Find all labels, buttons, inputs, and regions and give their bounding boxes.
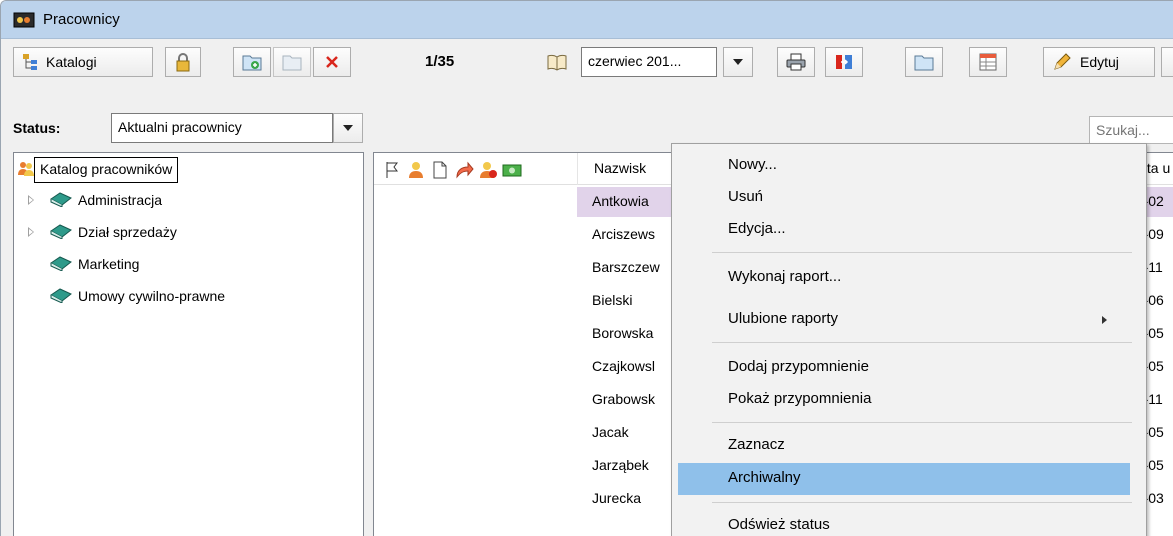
folder-disabled-icon bbox=[282, 53, 302, 71]
period-dropdown-toggle[interactable] bbox=[723, 47, 753, 77]
person-status-icon[interactable] bbox=[478, 160, 498, 180]
close-icon bbox=[326, 56, 338, 68]
more-toolbar-button[interactable] bbox=[1161, 47, 1173, 77]
book-icon bbox=[50, 255, 72, 274]
tree-item-label: Dział sprzedaży bbox=[78, 224, 177, 240]
toolbar: Katalogi 1/35 czerwiec 201... Edytuj bbox=[1, 39, 1173, 83]
menu-item-new[interactable]: Nowy... bbox=[674, 150, 1144, 182]
catalog-tree-icon bbox=[22, 53, 40, 71]
app-window: Pracownicy Katalogi 1/35 czerwiec 201... bbox=[0, 0, 1173, 536]
context-menu: Nowy... Usuń Edycja... Wykonaj raport...… bbox=[671, 143, 1147, 536]
flag-icon[interactable] bbox=[382, 160, 402, 180]
catalogs-label: Katalogi bbox=[46, 54, 97, 70]
menu-separator bbox=[712, 342, 1132, 343]
tree-item-label: Marketing bbox=[78, 256, 140, 272]
printer-icon bbox=[786, 53, 806, 71]
expand-arrow-icon[interactable] bbox=[28, 227, 34, 237]
book-icon bbox=[50, 287, 72, 306]
open-folder-button[interactable] bbox=[905, 47, 943, 77]
columns-button[interactable] bbox=[969, 47, 1007, 77]
lock-icon bbox=[175, 52, 191, 72]
print-button[interactable] bbox=[777, 47, 815, 77]
title-bar: Pracownicy bbox=[1, 1, 1173, 39]
employees-app-icon bbox=[13, 11, 35, 29]
menu-item-delete[interactable]: Usuń bbox=[674, 182, 1144, 214]
expand-arrow-icon[interactable] bbox=[28, 195, 34, 205]
tree-item-label: Umowy cywilno-prawne bbox=[78, 288, 226, 304]
pencil-icon bbox=[1052, 52, 1072, 72]
tree-item-administracja[interactable]: Administracja bbox=[14, 187, 354, 213]
window-title: Pracownicy bbox=[43, 11, 120, 28]
menu-item-run-report[interactable]: Wykonaj raport... bbox=[674, 262, 1144, 294]
submenu-arrow-icon bbox=[1102, 316, 1107, 324]
menu-item-show-reminders[interactable]: Pokaż przypomnienia bbox=[674, 384, 1144, 416]
status-dropdown[interactable]: Aktualni pracownicy bbox=[111, 113, 333, 143]
record-counter: 1/35 bbox=[425, 53, 455, 70]
menu-item-label: Ulubione raporty bbox=[728, 310, 839, 327]
open-book-icon bbox=[546, 53, 568, 74]
tree-item-label: Administracja bbox=[78, 192, 163, 208]
arrow-redo-icon[interactable] bbox=[454, 160, 474, 180]
folder-icon bbox=[914, 53, 934, 71]
tree-item-umowy-cywilno-prawne[interactable]: Umowy cywilno-prawne bbox=[14, 283, 354, 309]
catalog-tree: Katalog pracowników Administracja Dział … bbox=[13, 152, 364, 536]
export-button[interactable] bbox=[825, 47, 863, 77]
book-icon bbox=[50, 191, 72, 210]
chevron-down-icon bbox=[733, 59, 743, 65]
employees-group-icon bbox=[18, 160, 34, 179]
period-dropdown[interactable]: czerwiec 201... bbox=[581, 47, 717, 77]
filter-bar: Status: Aktualni pracownicy bbox=[1, 83, 1173, 144]
table-columns-icon bbox=[979, 53, 997, 71]
menu-item-refresh-status[interactable]: Odśwież status bbox=[674, 510, 1144, 536]
menu-item-mark[interactable]: Zaznacz bbox=[674, 430, 1144, 462]
tree-root-employees-catalog[interactable]: Katalog pracowników bbox=[34, 157, 179, 183]
edit-label: Edytuj bbox=[1080, 54, 1119, 70]
folder-add-icon bbox=[242, 53, 262, 71]
new-folder-button[interactable] bbox=[233, 47, 271, 77]
money-icon[interactable] bbox=[502, 160, 522, 180]
chevron-down-icon bbox=[343, 125, 353, 131]
lock-button[interactable] bbox=[165, 47, 201, 77]
export-icon bbox=[834, 52, 854, 72]
period-value: czerwiec 201... bbox=[588, 53, 682, 69]
tree-item-dzial-sprzedazy[interactable]: Dział sprzedaży bbox=[14, 219, 354, 245]
person-icon[interactable] bbox=[406, 160, 426, 180]
menu-item-favorite-reports[interactable]: Ulubione raporty bbox=[674, 304, 1144, 336]
menu-item-add-reminder[interactable]: Dodaj przypomnienie bbox=[674, 352, 1144, 384]
status-dropdown-toggle[interactable] bbox=[333, 113, 363, 143]
rename-folder-button[interactable] bbox=[273, 47, 311, 77]
delete-folder-button[interactable] bbox=[313, 47, 351, 77]
tree-item-marketing[interactable]: Marketing bbox=[14, 251, 354, 277]
column-icons bbox=[382, 160, 522, 180]
edit-button[interactable]: Edytuj bbox=[1043, 47, 1155, 77]
menu-item-archive[interactable]: Archiwalny bbox=[678, 463, 1130, 495]
status-label: Status: bbox=[13, 120, 61, 136]
menu-separator bbox=[712, 502, 1132, 503]
menu-separator bbox=[712, 422, 1132, 423]
book-icon bbox=[50, 223, 72, 242]
search-input[interactable] bbox=[1089, 116, 1173, 144]
menu-separator bbox=[712, 252, 1132, 253]
status-value: Aktualni pracownicy bbox=[118, 119, 242, 135]
document-icon[interactable] bbox=[430, 160, 450, 180]
catalogs-button[interactable]: Katalogi bbox=[13, 47, 153, 77]
menu-item-edit[interactable]: Edycja... bbox=[674, 214, 1144, 246]
